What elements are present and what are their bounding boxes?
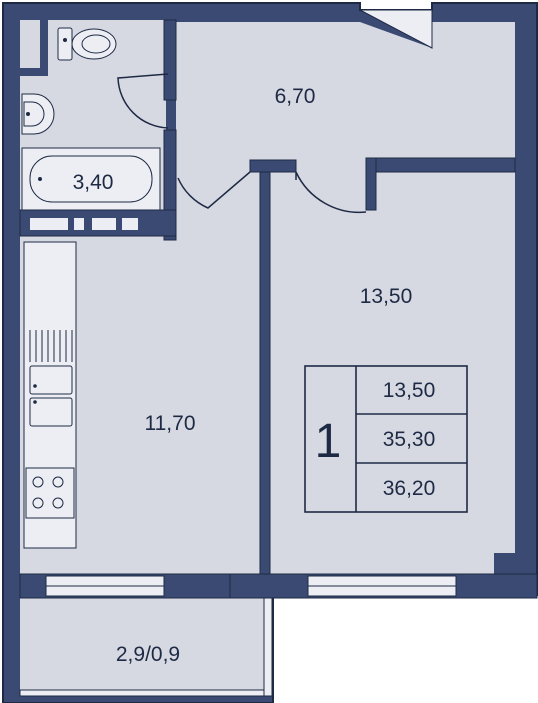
- floor-plan-drawing: 6,70 3,40 13,50 11,70 2,9/0,9 1 13,50 35…: [2, 2, 538, 703]
- floor-plan: 6,70 3,40 13,50 11,70 2,9/0,9 1 13,50 35…: [0, 0, 538, 703]
- kitchen-bedroom-wall: [259, 167, 271, 579]
- bedroom-top-wall-left: [249, 159, 297, 173]
- wc-partition-bottom: [20, 68, 48, 76]
- balcony-area-label: 2,9/0,9: [116, 643, 180, 666]
- bathroom-vent-2: [74, 218, 84, 230]
- hall-area-label: 6,70: [275, 85, 316, 108]
- toilet-icon: [57, 27, 117, 61]
- kitchen-area-label: 11,70: [145, 412, 196, 435]
- living-area-value: 13,50: [383, 379, 436, 402]
- total-area-with-balcony-value: 36,20: [383, 477, 436, 500]
- bedroom-area-label: 13,50: [360, 285, 413, 308]
- bedroom-top-wall-stub: [365, 157, 377, 211]
- bathroom-vent-3: [92, 218, 116, 230]
- kitchen-hall-opening: [176, 172, 260, 242]
- wc-partition: [40, 20, 48, 72]
- bedroom-floor: [270, 172, 515, 574]
- bathroom-vent-4: [122, 218, 138, 230]
- bathroom-area-label: 3,40: [73, 171, 114, 194]
- hall-floor: [176, 22, 515, 172]
- bathroom-vent-1: [30, 218, 68, 230]
- total-area-value: 35,30: [383, 428, 436, 451]
- bedroom-top-wall-right: [371, 157, 516, 173]
- stove-icon: [25, 467, 75, 519]
- balcony-side-glazing: [263, 597, 273, 697]
- room-count: 1: [315, 415, 342, 468]
- bathroom-right-wall: [163, 19, 177, 101]
- balcony-glazing: [19, 689, 273, 697]
- bedroom-floor-top: [372, 172, 515, 182]
